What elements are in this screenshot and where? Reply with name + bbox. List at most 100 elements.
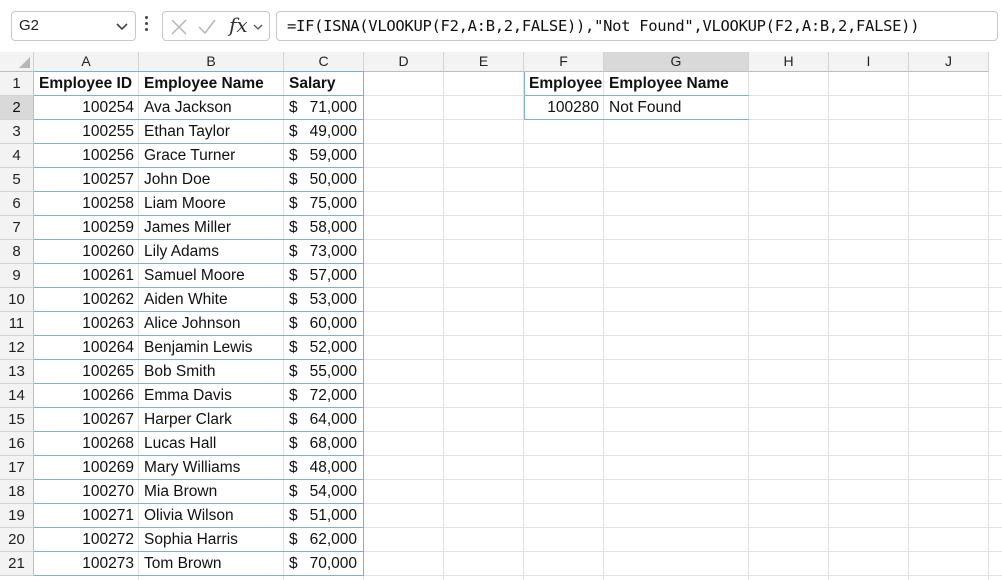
table-cell-salary[interactable]: $52,000 (284, 336, 364, 360)
table-cell-salary[interactable]: $59,000 (284, 144, 364, 168)
row-header-11[interactable]: 11 (0, 312, 34, 336)
table-cell-employee-name[interactable]: Liam Moore (139, 192, 284, 216)
table-cell-salary[interactable]: $54,000 (284, 480, 364, 504)
row-header-2[interactable]: 2 (0, 96, 34, 120)
table-cell-salary[interactable]: $64,000 (284, 408, 364, 432)
table-cell-employee-id[interactable]: 100262 (34, 288, 139, 312)
table-cell-salary[interactable]: $62,000 (284, 528, 364, 552)
table-cell-employee-name[interactable]: John Doe (139, 168, 284, 192)
table-cell-employee-id[interactable]: 100267 (34, 408, 139, 432)
table-header-cell[interactable]: Salary (284, 72, 364, 96)
table-cell-employee-name[interactable]: Mary Williams (139, 456, 284, 480)
row-header-13[interactable]: 13 (0, 360, 34, 384)
table-cell-employee-id[interactable]: 100272 (34, 528, 139, 552)
row-header-17[interactable]: 17 (0, 456, 34, 480)
lookup-result-cell[interactable]: Not Found (604, 96, 749, 120)
table-cell-salary[interactable]: $60,000 (284, 312, 364, 336)
table-cell-salary[interactable]: $75,000 (284, 192, 364, 216)
table-cell-employee-name[interactable]: Ethan Taylor (139, 120, 284, 144)
column-header-a[interactable]: A (34, 52, 139, 72)
table-cell-salary[interactable]: $73,000 (284, 240, 364, 264)
row-header-7[interactable]: 7 (0, 216, 34, 240)
table-cell-employee-name[interactable]: Mia Brown (139, 480, 284, 504)
table-cell-employee-id[interactable]: 100257 (34, 168, 139, 192)
table-cell-salary[interactable]: $72,000 (284, 384, 364, 408)
table-cell-employee-id[interactable]: 100263 (34, 312, 139, 336)
table-cell-employee-id[interactable]: 100256 (34, 144, 139, 168)
column-header-e[interactable]: E (444, 52, 524, 72)
table-cell-employee-id[interactable]: 100264 (34, 336, 139, 360)
table-cell-employee-id[interactable]: 100254 (34, 96, 139, 120)
table-cell-employee-name[interactable]: Olivia Wilson (139, 504, 284, 528)
table-cell-employee-name[interactable]: James Miller (139, 216, 284, 240)
table-cell-employee-id[interactable]: 100270 (34, 480, 139, 504)
column-header-f[interactable]: F (524, 52, 604, 72)
table-cell-employee-id[interactable]: 100266 (34, 384, 139, 408)
table-cell-employee-name[interactable]: Samuel Moore (139, 264, 284, 288)
table-cell-salary[interactable]: $68,000 (284, 432, 364, 456)
table-cell-employee-name[interactable]: Lily Adams (139, 240, 284, 264)
table-cell-employee-id[interactable]: 100255 (34, 120, 139, 144)
table-cell-salary[interactable]: $50,000 (284, 168, 364, 192)
table-cell-salary[interactable]: $70,000 (284, 552, 364, 576)
table-header-cell[interactable]: Employee ID (34, 72, 139, 96)
table-cell-employee-name[interactable]: Tom Brown (139, 552, 284, 576)
table-cell-employee-id[interactable]: 100273 (34, 552, 139, 576)
table-header-cell[interactable]: Employee Name (139, 72, 284, 96)
chevron-down-icon[interactable] (251, 20, 265, 34)
column-header-j[interactable]: J (909, 52, 989, 72)
close-icon[interactable] (170, 18, 188, 36)
table-cell-employee-name[interactable]: Lucas Hall (139, 432, 284, 456)
table-cell-salary[interactable]: $53,000 (284, 288, 364, 312)
row-header-16[interactable]: 16 (0, 432, 34, 456)
table-cell-employee-name[interactable]: Alice Johnson (139, 312, 284, 336)
row-header-10[interactable]: 10 (0, 288, 34, 312)
check-icon[interactable] (197, 18, 217, 36)
table-cell-employee-name[interactable]: Emma Davis (139, 384, 284, 408)
table-cell-employee-id[interactable]: 100261 (34, 264, 139, 288)
table-cell-salary[interactable]: $57,000 (284, 264, 364, 288)
column-header-i[interactable]: I (829, 52, 909, 72)
column-header-d[interactable]: D (364, 52, 444, 72)
table-cell-employee-id[interactable]: 100268 (34, 432, 139, 456)
column-header-c[interactable]: C (284, 52, 364, 72)
lookup-id-cell[interactable]: 100280 (524, 96, 604, 120)
table-cell-employee-name[interactable]: Bob Smith (139, 360, 284, 384)
table-cell-employee-name[interactable]: Grace Turner (139, 144, 284, 168)
row-header-14[interactable]: 14 (0, 384, 34, 408)
insert-function-icon[interactable]: fx (229, 13, 248, 37)
table-cell-employee-name[interactable]: Harper Clark (139, 408, 284, 432)
row-header-9[interactable]: 9 (0, 264, 34, 288)
row-header-1[interactable]: 1 (0, 72, 34, 96)
select-all-button[interactable] (0, 52, 34, 72)
table-cell-employee-name[interactable]: Sophia Harris (139, 528, 284, 552)
row-header-4[interactable]: 4 (0, 144, 34, 168)
row-header-20[interactable]: 20 (0, 528, 34, 552)
table-cell-employee-id[interactable]: 100260 (34, 240, 139, 264)
table-cell-employee-id[interactable]: 100265 (34, 360, 139, 384)
table-cell-salary[interactable]: $49,000 (284, 120, 364, 144)
table-cell-employee-name[interactable]: Benjamin Lewis (139, 336, 284, 360)
row-header-8[interactable]: 8 (0, 240, 34, 264)
table-cell-salary[interactable]: $71,000 (284, 96, 364, 120)
row-header-21[interactable]: 21 (0, 552, 34, 576)
row-header-15[interactable]: 15 (0, 408, 34, 432)
table-cell-employee-name[interactable]: Ava Jackson (139, 96, 284, 120)
column-header-b[interactable]: B (139, 52, 284, 72)
more-options-icon[interactable] (145, 16, 149, 36)
lookup-header-cell[interactable]: Employee Name (604, 72, 749, 96)
table-cell-employee-id[interactable]: 100269 (34, 456, 139, 480)
column-header-h[interactable]: H (749, 52, 829, 72)
lookup-header-cell[interactable]: Employee (524, 72, 604, 96)
row-header-5[interactable]: 5 (0, 168, 34, 192)
table-cell-employee-id[interactable]: 100259 (34, 216, 139, 240)
chevron-down-icon[interactable] (114, 18, 130, 34)
row-header-18[interactable]: 18 (0, 480, 34, 504)
cells-area[interactable]: Employee ID Employee Name Salary 100254 Ava … (34, 71, 1002, 580)
row-header-12[interactable]: 12 (0, 336, 34, 360)
table-cell-salary[interactable]: $55,000 (284, 360, 364, 384)
table-cell-employee-name[interactable]: Aiden White (139, 288, 284, 312)
row-header-6[interactable]: 6 (0, 192, 34, 216)
name-box[interactable]: G2 (11, 11, 136, 41)
row-header-3[interactable]: 3 (0, 120, 34, 144)
